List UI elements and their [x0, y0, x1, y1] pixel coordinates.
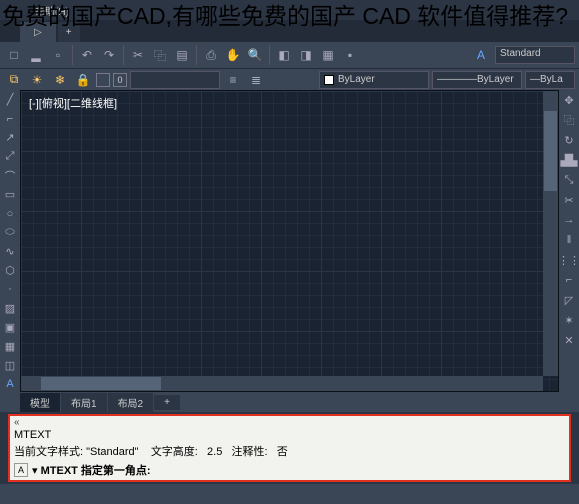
point-icon[interactable]: · [2, 281, 18, 297]
text-mode-icon[interactable]: A [14, 463, 28, 477]
hatch-icon[interactable]: ▨ [2, 300, 18, 316]
region-icon[interactable]: ▣ [2, 319, 18, 335]
main-area: ╱ ⌐ ↗ ⤢ ⌒ ▭ ○ ⬭ ∿ ⬡ · ▨ ▣ ▦ ◫ A [-][俯视][… [0, 90, 579, 392]
rect-icon[interactable]: ▭ [2, 187, 18, 203]
chamfer-icon[interactable]: ◸ [561, 292, 577, 308]
scrollbar-horizontal[interactable] [21, 376, 543, 391]
layer-icon[interactable]: ☀ [27, 70, 47, 90]
polygon-icon[interactable]: ⬡ [2, 263, 18, 279]
color-swatch[interactable] [96, 73, 110, 87]
command-window: « MTEXT 当前文字样式: "Standard" 文字高度: 2.5 注释性… [8, 414, 571, 482]
scroll-thumb[interactable] [544, 111, 557, 191]
redo-icon[interactable]: ↷ [99, 45, 119, 65]
new-icon[interactable]: □ [4, 45, 24, 65]
tool-icon[interactable]: ◨ [296, 45, 316, 65]
spline-icon[interactable]: ∿ [2, 244, 18, 260]
viewport-label[interactable]: [-][俯视][二维线框] [29, 95, 117, 111]
offset-icon[interactable]: ‖ [561, 232, 577, 248]
layer-dropdown[interactable] [130, 71, 220, 89]
array-icon[interactable]: ⋮⋮ [561, 252, 577, 268]
ray-icon[interactable]: ↗ [2, 130, 18, 146]
lineweight-dropdown[interactable]: — ByLa [525, 71, 575, 89]
cmd-history-line: 当前文字样式: "Standard" 文字高度: 2.5 注释性: 否 [10, 442, 569, 460]
layer-zero[interactable]: 0 [113, 73, 127, 87]
extend-icon[interactable]: → [561, 212, 577, 228]
layout-tabs: 模型 布局1 布局2 + [0, 392, 579, 412]
layer-icon[interactable]: 🔒 [73, 70, 93, 90]
copy-icon[interactable]: ⿻ [561, 112, 577, 128]
separator [196, 45, 197, 65]
pan-icon[interactable]: ✋ [223, 45, 243, 65]
text-a-icon[interactable]: A [471, 45, 491, 65]
open-icon[interactable]: ▂ [26, 45, 46, 65]
tool-icon[interactable]: ▦ [318, 45, 338, 65]
zoom-icon[interactable]: 🔍 [245, 45, 265, 65]
layout1-tab[interactable]: 布局1 [61, 393, 107, 412]
mirror-icon[interactable]: ▟▙ [561, 152, 577, 168]
status-bar [0, 484, 579, 504]
trim-icon[interactable]: ✂ [561, 192, 577, 208]
layout2-tab[interactable]: 布局2 [108, 393, 154, 412]
color-dropdown[interactable]: ByLayer [319, 71, 429, 89]
grid [21, 91, 558, 391]
rotate-icon[interactable]: ↻ [561, 132, 577, 148]
table-icon[interactable]: ▦ [2, 338, 18, 354]
move-icon[interactable]: ✥ [561, 92, 577, 108]
tool-icon[interactable]: ▪ [340, 45, 360, 65]
text-icon[interactable]: A [2, 376, 18, 392]
separator [269, 45, 270, 65]
ribbon-toolbar: □ ▂ ▫ ↶ ↷ ✂ ⿻ ▤ ⎙ ✋ 🔍 ◧ ◨ ▦ ▪ A Standard [0, 42, 579, 68]
scroll-thumb[interactable] [41, 377, 161, 390]
arc-icon[interactable]: ⌒ [2, 168, 18, 184]
layer-icon[interactable]: ❄ [50, 70, 70, 90]
copy-icon[interactable]: ⿻ [150, 45, 170, 65]
ellipse-icon[interactable]: ⬭ [2, 225, 18, 241]
layout-add-tab[interactable]: + [154, 395, 180, 410]
xline-icon[interactable]: ⤢ [2, 149, 18, 165]
linetype-dropdown[interactable]: ———— ByLayer [432, 71, 522, 89]
separator [123, 45, 124, 65]
layer-tool-icon[interactable]: ≡ [223, 70, 243, 90]
layer-icon[interactable]: ⧉ [4, 70, 24, 90]
cmd-scroll-marker[interactable]: « [10, 416, 569, 428]
erase-icon[interactable]: ✕ [561, 332, 577, 348]
scale-icon[interactable]: ⤡ [561, 172, 577, 188]
block-icon[interactable]: ◫ [2, 357, 18, 373]
tool-icon[interactable]: ◧ [274, 45, 294, 65]
cmd-history-line: MTEXT [10, 428, 569, 442]
undo-icon[interactable]: ↶ [77, 45, 97, 65]
layer-tool-icon[interactable]: ≣ [246, 70, 266, 90]
polyline-icon[interactable]: ⌐ [2, 111, 18, 127]
draw-toolbar: ╱ ⌐ ↗ ⤢ ⌒ ▭ ○ ⬭ ∿ ⬡ · ▨ ▣ ▦ ◫ A [0, 90, 20, 392]
circle-icon[interactable]: ○ [2, 206, 18, 222]
model-tab[interactable]: 模型 [20, 393, 60, 412]
command-input-line[interactable]: A ▾ MTEXT 指定第一角点: [10, 460, 569, 480]
properties-bar: ⧉ ☀ ❄ 🔒 0 ≡ ≣ ByLayer ———— ByLayer — ByL… [0, 68, 579, 90]
save-icon[interactable]: ▫ [48, 45, 68, 65]
text-style-dropdown[interactable]: Standard [495, 46, 575, 64]
modify-toolbar: ✥ ⿻ ↻ ▟▙ ⤡ ✂ → ‖ ⋮⋮ ⌐ ◸ ✶ ✕ [559, 90, 579, 392]
print-icon[interactable]: ⎙ [201, 45, 221, 65]
fillet-icon[interactable]: ⌐ [561, 272, 577, 288]
line-icon[interactable]: ╱ [2, 92, 18, 108]
separator [72, 45, 73, 65]
cmd-dropdown-icon[interactable]: ▾ [32, 464, 38, 477]
article-title-overlay: 免费的国产CAD,有哪些免费的国产 CAD 软件值得推荐? [0, 0, 570, 34]
drawing-canvas[interactable]: [-][俯视][二维线框] [20, 90, 559, 392]
cut-icon[interactable]: ✂ [128, 45, 148, 65]
command-prompt: MTEXT 指定第一角点: [41, 462, 151, 478]
scrollbar-vertical[interactable] [543, 91, 558, 376]
paste-icon[interactable]: ▤ [172, 45, 192, 65]
explode-icon[interactable]: ✶ [561, 312, 577, 328]
